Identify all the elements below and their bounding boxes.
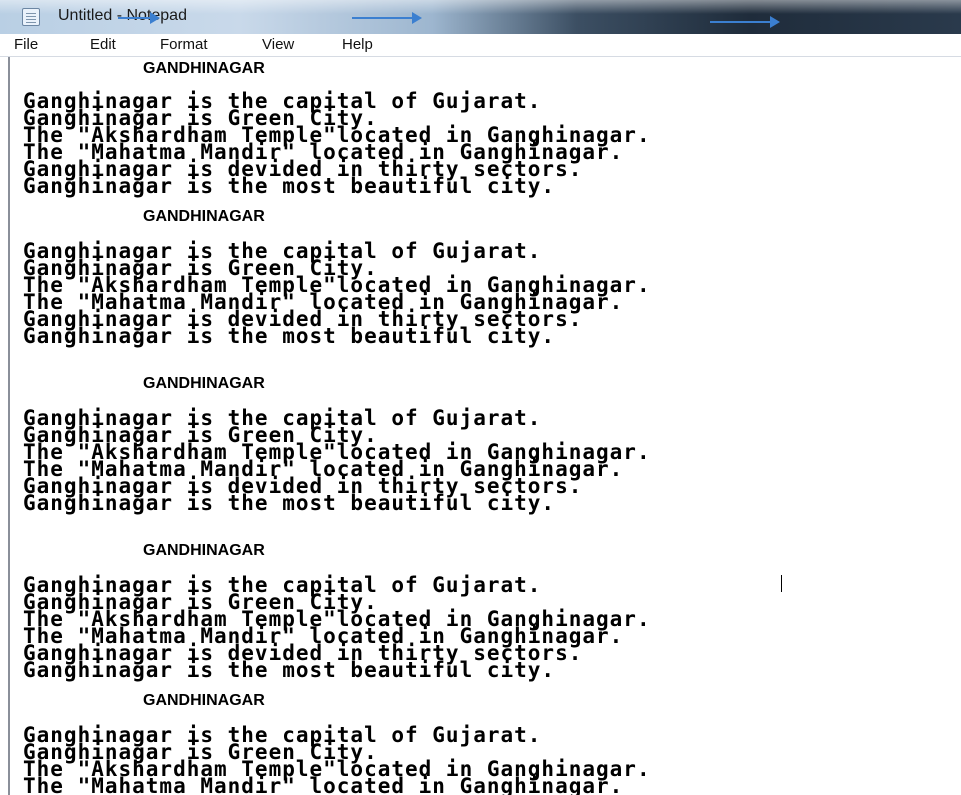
- title-bar[interactable]: Untitled - Notepad: [0, 0, 961, 34]
- notepad-icon[interactable]: [22, 8, 40, 26]
- menu-bar: File Edit Format View Help: [0, 34, 961, 57]
- menu-help[interactable]: Help: [342, 36, 373, 53]
- text-line: Ganghinagar is the most beautiful city.: [23, 324, 556, 348]
- menu-edit[interactable]: Edit: [90, 36, 116, 53]
- block-heading: GANDHINAGAR: [143, 208, 265, 225]
- annotation-arrow-icon: [352, 12, 422, 24]
- annotation-arrow-icon: [710, 16, 780, 28]
- block-heading: GANDHINAGAR: [143, 692, 265, 709]
- annotation-arrow-icon: [118, 12, 160, 24]
- text-line: Ganghinagar is the most beautiful city.: [23, 174, 556, 198]
- menu-format[interactable]: Format: [160, 36, 208, 53]
- notepad-window: Untitled - Notepad File Edit Format View…: [0, 0, 961, 795]
- text-line: The "Mahatma Mandir" located in Ganghina…: [23, 774, 624, 795]
- text-cursor: [781, 575, 782, 592]
- text-line: Ganghinagar is the most beautiful city.: [23, 658, 556, 682]
- block-heading: GANDHINAGAR: [143, 60, 265, 77]
- text-editor-area[interactable]: GANDHINAGAR Ganghinagar is the capital o…: [8, 57, 960, 795]
- window-title: Untitled - Notepad: [58, 7, 187, 24]
- block-heading: GANDHINAGAR: [143, 542, 265, 559]
- block-heading: GANDHINAGAR: [143, 375, 265, 392]
- menu-view[interactable]: View: [262, 36, 294, 53]
- menu-file[interactable]: File: [14, 36, 38, 53]
- text-line: Ganghinagar is the most beautiful city.: [23, 491, 556, 515]
